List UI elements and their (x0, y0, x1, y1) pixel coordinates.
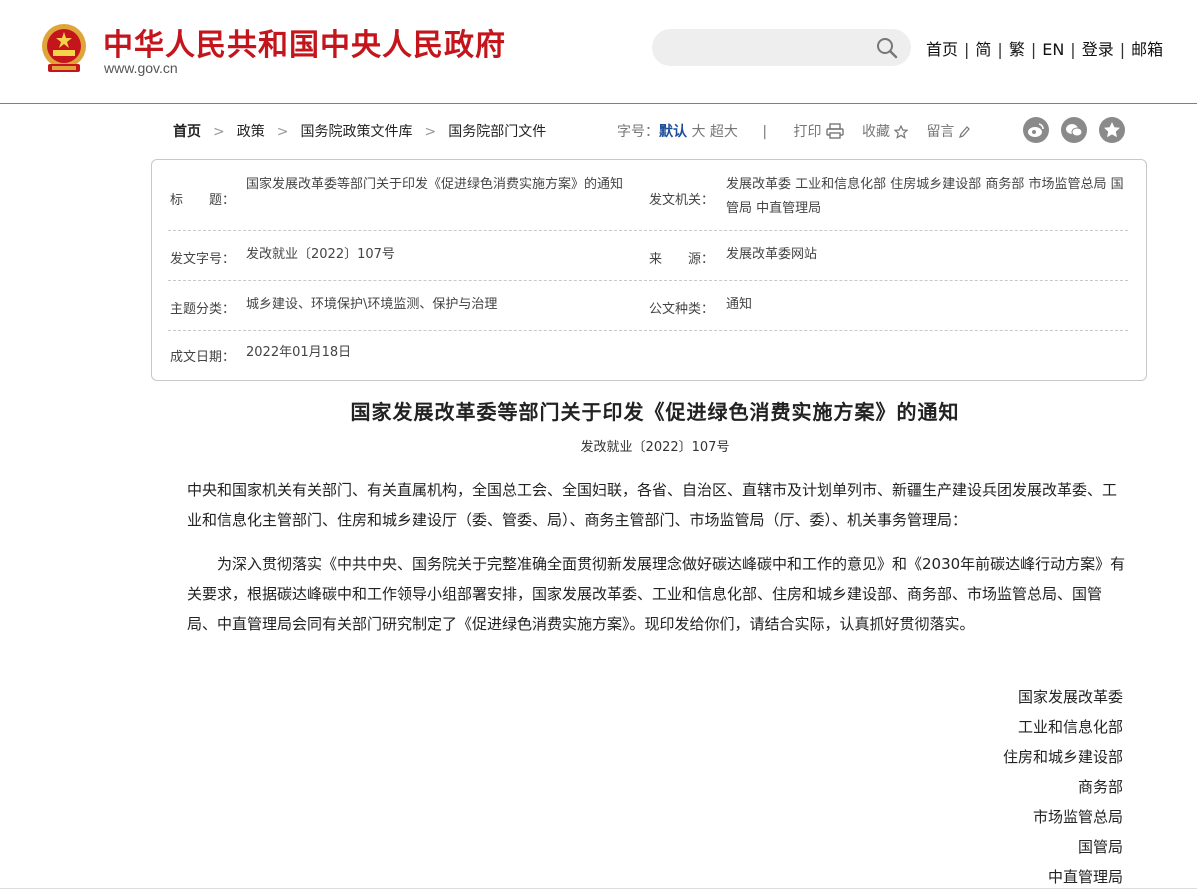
printer-icon[interactable] (825, 123, 844, 139)
link-home[interactable]: 首页 (926, 40, 958, 59)
info-label-source: 来 源： (649, 252, 715, 267)
document-info-table: 标 题： 国家发展改革委等部门关于印发《促进绿色消费实施方案》的通知 发文机关：… (151, 159, 1147, 381)
info-label-topic: 主题分类： (170, 302, 236, 317)
favorite-button[interactable]: 收藏 (862, 124, 890, 140)
font-size-xlarge[interactable]: 超大 (710, 124, 738, 140)
signatory: 市场监管总局 (1032, 808, 1123, 826)
signatory: 中直管理局 (1047, 868, 1123, 886)
info-value-type: 通知 (726, 297, 753, 312)
signatory: 商务部 (1077, 778, 1123, 796)
info-label-issuer: 发文机关： (649, 193, 715, 208)
star-icon[interactable] (893, 125, 908, 139)
document-paragraph: 为深入贯彻落实《中共中央、国务院关于完整准确全面贯彻新发展理念做好碳达峰碳中和工… (187, 555, 1126, 633)
chevron-right-icon: > (276, 124, 289, 140)
info-row: 成文日期： 2022年01月18日 (168, 331, 1128, 376)
signatory: 工业和信息化部 (1017, 718, 1123, 736)
weibo-share-icon[interactable] (1023, 117, 1049, 143)
qzone-share-icon[interactable] (1099, 117, 1125, 143)
info-value-topic: 城乡建设、环境保护\环境监测、保护与治理 (246, 297, 498, 312)
chevron-right-icon: > (213, 124, 225, 140)
link-mail[interactable]: 邮箱 (1131, 40, 1163, 59)
link-simplified[interactable]: 简 (975, 40, 991, 59)
info-label-type: 公文种类： (649, 302, 715, 317)
link-traditional[interactable]: 繁 (1009, 40, 1025, 59)
search-input[interactable] (668, 37, 872, 59)
separator: | (1070, 40, 1076, 59)
separator: | (1119, 40, 1126, 59)
divider-line (0, 888, 1197, 889)
font-size-default[interactable]: 默认 (659, 124, 687, 140)
document-paragraph: 中央和国家机关有关部门、有关直属机构，全国总工会、全国妇联，各省、自治区、直辖市… (187, 481, 1118, 529)
link-english[interactable]: EN (1042, 40, 1064, 59)
info-value-source: 发展改革委网站 (726, 247, 818, 262)
breadcrumb-home[interactable]: 首页 (173, 124, 201, 140)
breadcrumb-policy[interactable]: 政策 (237, 124, 265, 140)
signatory: 住房和城乡建设部 (1002, 748, 1123, 766)
info-row: 标 题： 国家发展改革委等部门关于印发《促进绿色消费实施方案》的通知 发文机关：… (168, 171, 1128, 231)
info-value-date: 2022年01月18日 (246, 345, 352, 360)
separator: | (964, 40, 970, 59)
info-label-title: 标 题： (170, 193, 236, 208)
pencil-icon[interactable] (958, 125, 971, 139)
page-tools: 字号：默认 大 超大 | 打印 收藏 留言 (617, 121, 984, 141)
font-size-large[interactable]: 大 (691, 124, 705, 140)
breadcrumb-policy-library[interactable]: 国务院政策文件库 (300, 124, 412, 140)
document-title: 国家发展改革委等部门关于印发《促进绿色消费实施方案》的通知 (350, 400, 960, 424)
site-title[interactable]: 中华人民共和国中央人民政府 (103, 20, 506, 64)
breadcrumb: 首页 > 政策 > 国务院政策文件库 > 国务院部门文件 (173, 121, 546, 141)
info-value-doc-no: 发改就业〔2022〕107号 (246, 247, 395, 262)
info-value-issuer: 发展改革委 工业和信息化部 住房城乡建设部 商务部 市场监管总局 国管局 中直管… (726, 177, 1124, 216)
search-box (652, 29, 911, 66)
signatory: 国家发展改革委 (1017, 688, 1123, 706)
chevron-right-icon: > (424, 124, 437, 140)
font-size-label: 字号： (617, 124, 659, 140)
comment-button[interactable]: 留言 (926, 124, 954, 140)
info-row: 发文字号： 发改就业〔2022〕107号 来 源： 发展改革委网站 (168, 231, 1128, 281)
divider: | (762, 124, 768, 140)
search-icon[interactable] (876, 37, 898, 59)
info-label-date: 成文日期： (170, 350, 236, 365)
info-label-doc-no: 发文字号： (170, 252, 236, 267)
separator: | (997, 40, 1003, 59)
breadcrumb-department-docs[interactable]: 国务院部门文件 (448, 124, 546, 140)
separator: | (1030, 40, 1037, 59)
site-header: 中华人民共和国中央人民政府 www.gov.cn 首页 | 简 | 繁 | EN | 登录 | 邮箱 (0, 0, 1197, 104)
national-emblem-icon[interactable] (38, 22, 90, 76)
site-url[interactable]: www.gov.cn (104, 60, 178, 76)
signatory: 国管局 (1077, 838, 1123, 856)
info-row: 主题分类： 城乡建设、环境保护\环境监测、保护与治理 公文种类： 通知 (168, 281, 1128, 331)
print-button[interactable]: 打印 (794, 124, 822, 140)
wechat-share-icon[interactable] (1061, 117, 1087, 143)
document-number: 发改就业〔2022〕107号 (580, 440, 730, 455)
info-value-title: 国家发展改革委等部门关于印发《促进绿色消费实施方案》的通知 (246, 177, 624, 192)
link-login[interactable]: 登录 (1082, 40, 1114, 59)
top-links: 首页 | 简 | 繁 | EN | 登录 | 邮箱 (926, 36, 1163, 60)
